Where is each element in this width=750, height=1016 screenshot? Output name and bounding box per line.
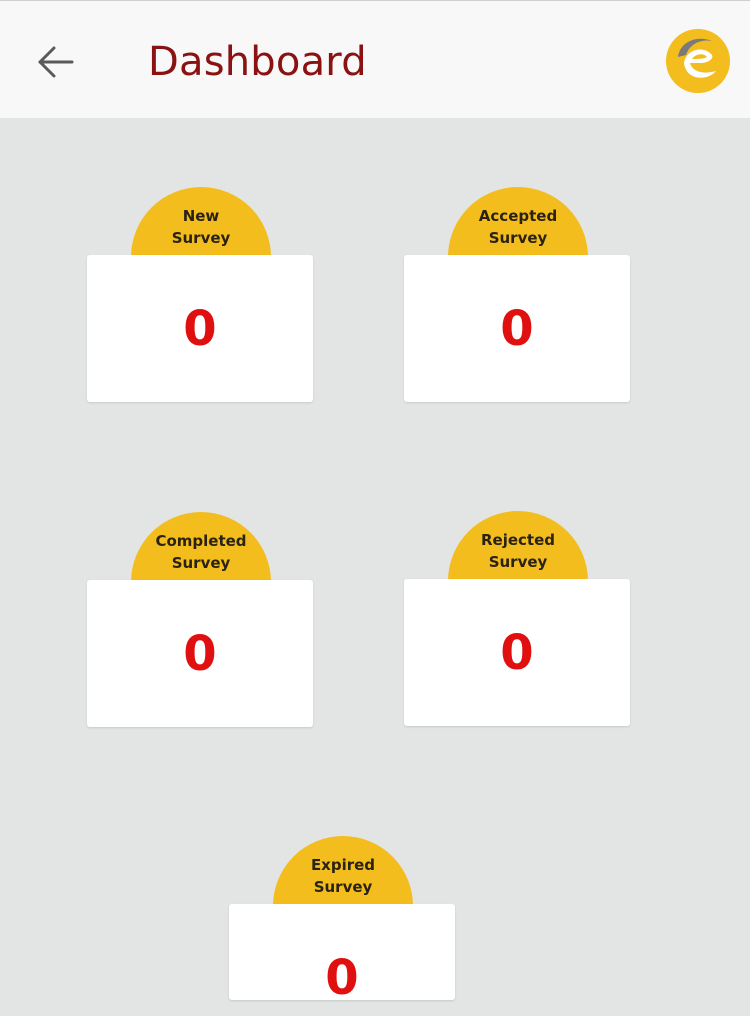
brand-logo-icon	[664, 27, 732, 95]
survey-count: 0	[500, 624, 534, 681]
card-label-line2: Survey	[488, 229, 548, 247]
card-label-tab: Completed Survey	[131, 512, 271, 582]
arrow-left-icon	[38, 46, 74, 78]
card-label-line1: Accepted	[478, 207, 558, 225]
survey-count: 0	[183, 625, 217, 682]
card-body: 0	[229, 904, 455, 1006]
survey-count: 0	[183, 300, 217, 357]
expired-survey-card[interactable]: Expired Survey 0	[229, 836, 455, 1016]
card-body: 0	[404, 579, 630, 726]
completed-survey-card[interactable]: Completed Survey 0	[87, 512, 313, 727]
accepted-survey-card[interactable]: Accepted Survey 0	[404, 187, 630, 402]
card-label-tab: New Survey	[131, 187, 271, 257]
card-label-line1: Rejected	[480, 531, 555, 549]
card-label-line2: Survey	[488, 553, 548, 571]
survey-count: 0	[500, 300, 534, 357]
page-title: Dashboard	[148, 39, 367, 85]
card-label-line1: Expired	[310, 856, 376, 874]
card-label-tab: Accepted Survey	[448, 187, 588, 257]
card-body: 0	[404, 255, 630, 402]
survey-count: 0	[325, 950, 359, 1006]
card-body: 0	[87, 255, 313, 402]
new-survey-card[interactable]: New Survey 0	[87, 187, 313, 402]
card-label-line2: Survey	[313, 878, 373, 896]
back-button[interactable]	[32, 39, 78, 85]
card-body: 0	[87, 580, 313, 727]
card-label-line1: New	[182, 207, 220, 225]
rejected-survey-card[interactable]: Rejected Survey 0	[404, 511, 630, 726]
card-label-line2: Survey	[171, 554, 231, 572]
card-label-line1: Completed	[155, 532, 247, 550]
card-label-line2: Survey	[171, 229, 231, 247]
card-label-tab: Expired Survey	[273, 836, 413, 906]
app-bar: Dashboard	[0, 0, 750, 118]
card-label-tab: Rejected Survey	[448, 511, 588, 581]
